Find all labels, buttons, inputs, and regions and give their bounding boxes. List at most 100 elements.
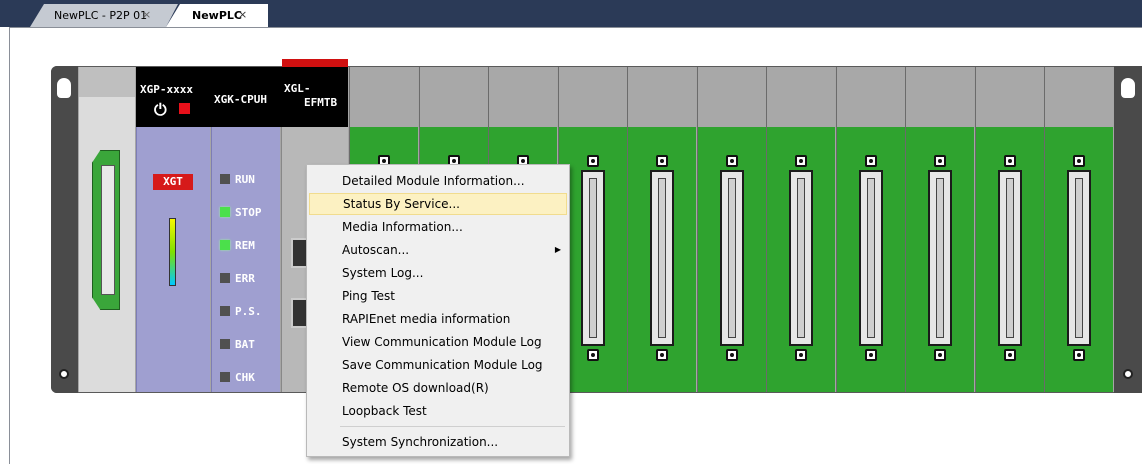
menu-item-system-log[interactable]: System Log... <box>309 262 567 284</box>
rack-end-right <box>1114 66 1142 393</box>
status-led-run: RUN <box>220 172 255 186</box>
status-led-stop: STOP <box>220 205 262 219</box>
document-tab-bar: NewPLC - P2P 01 × NewPLC × <box>0 0 1142 27</box>
io-slot-header <box>628 67 696 127</box>
menu-item-label: Detailed Module Information... <box>342 174 525 188</box>
screw-icon <box>864 155 877 167</box>
menu-item-label: System Log... <box>342 266 424 280</box>
io-slot-header <box>906 67 974 127</box>
rack-end-left <box>51 66 78 393</box>
menu-item-label: Autoscan... <box>342 243 410 257</box>
menu-item-ping-test[interactable]: Ping Test <box>309 285 567 307</box>
tab-newplc-p2p01[interactable]: NewPLC - P2P 01 × <box>30 4 178 27</box>
connector-pins <box>1075 178 1083 338</box>
module-context-menu: Detailed Module Information... Status By … <box>306 164 570 457</box>
menu-item-system-synchronization[interactable]: System Synchronization... <box>309 431 567 453</box>
io-slot[interactable] <box>974 67 1044 392</box>
screw-icon <box>795 349 807 361</box>
menu-item-label: Status By Service... <box>343 197 460 211</box>
io-slot[interactable] <box>766 67 835 392</box>
status-led-ps: P.S. <box>220 304 262 318</box>
io-slot-header <box>767 67 835 127</box>
tab-newplc[interactable]: NewPLC × <box>166 4 268 27</box>
io-connector-icon <box>858 170 883 346</box>
menu-item-view-communication-module-log[interactable]: View Communication Module Log <box>309 331 567 353</box>
cpu-module-name: XGP-xxxx <box>140 83 193 96</box>
status-led-chk: CHK <box>220 370 255 384</box>
menu-item-status-by-service[interactable]: Status By Service... <box>309 193 567 215</box>
screw-icon <box>934 155 946 167</box>
io-connector-icon <box>719 170 744 346</box>
connector-pins <box>797 178 805 338</box>
menu-item-label: Loopback Test <box>342 404 427 418</box>
menu-separator <box>340 426 565 427</box>
menu-item-remote-os-download-r[interactable]: Remote OS download(R) <box>309 377 567 399</box>
error-indicator-icon <box>179 103 190 114</box>
led-icon <box>220 339 230 349</box>
led-icon <box>220 240 230 250</box>
screw-icon <box>795 155 807 167</box>
cpuh-module[interactable] <box>211 127 280 392</box>
connector-pins <box>936 178 944 338</box>
connector-pins <box>866 178 875 338</box>
efmtb-name-line2: EFMTB <box>304 96 338 109</box>
io-slot-header <box>558 67 627 127</box>
close-icon[interactable]: × <box>142 8 151 21</box>
connector-pins <box>588 178 597 338</box>
led-icon <box>220 273 230 283</box>
io-slot-header <box>836 67 905 127</box>
led-label: REM <box>235 238 255 252</box>
screw-icon <box>934 349 946 361</box>
io-slot[interactable] <box>627 67 696 392</box>
cpuh-module-name: XGK-CPUH <box>214 93 267 106</box>
module-selected-indicator <box>282 59 348 67</box>
screw-icon <box>725 349 738 361</box>
mount-hole-icon <box>57 78 71 98</box>
close-icon[interactable]: × <box>238 8 247 21</box>
menu-item-media-information[interactable]: Media Information... <box>309 216 567 238</box>
io-slot[interactable] <box>1044 67 1113 392</box>
menu-item-label: Media Information... <box>342 220 463 234</box>
connector-pins <box>658 178 666 338</box>
connector-pins <box>1005 178 1014 338</box>
status-led-err: ERR <box>220 271 255 285</box>
screw-icon <box>656 349 668 361</box>
io-slot-header <box>975 67 1044 127</box>
efmtb-module-header[interactable]: XGL- EFMTB <box>280 67 348 127</box>
screw-icon <box>656 155 668 167</box>
menu-item-save-communication-module-log[interactable]: Save Communication Module Log <box>309 354 567 376</box>
io-slot-header <box>697 67 766 127</box>
menu-item-label: RAPIEnet media information <box>342 312 511 326</box>
screw-icon <box>864 349 877 361</box>
menu-item-loopback-test[interactable]: Loopback Test <box>309 400 567 422</box>
cpuh-module-header[interactable]: XGK-CPUH <box>210 67 280 127</box>
io-connector-icon <box>1067 170 1091 346</box>
io-slot[interactable] <box>696 67 766 392</box>
cpu-module-header[interactable]: XGP-xxxx <box>136 67 210 127</box>
menu-item-label: Save Communication Module Log <box>342 358 543 372</box>
led-icon <box>220 372 230 382</box>
screw-icon <box>586 155 599 167</box>
screw-icon <box>1003 349 1016 361</box>
tab-label: NewPLC - P2P 01 <box>54 9 148 22</box>
io-slot[interactable] <box>905 67 974 392</box>
menu-item-rapienet-media-information[interactable]: RAPIEnet media information <box>309 308 567 330</box>
level-gauge-icon <box>169 218 176 286</box>
led-label: STOP <box>235 205 262 219</box>
screw-icon <box>1073 155 1085 167</box>
menu-item-label: Remote OS download(R) <box>342 381 489 395</box>
io-connector-icon <box>580 170 605 346</box>
screw-icon <box>1003 155 1016 167</box>
efmtb-name-line1: XGL- <box>284 82 311 95</box>
led-label: BAT <box>235 337 255 351</box>
screw-icon <box>1073 349 1085 361</box>
menu-item-label: System Synchronization... <box>342 435 499 449</box>
menu-item-detailed-module-information[interactable]: Detailed Module Information... <box>309 170 567 192</box>
led-label: CHK <box>235 370 255 384</box>
io-slot-header <box>350 67 418 127</box>
io-connector-icon <box>997 170 1022 346</box>
io-slot[interactable] <box>835 67 905 392</box>
screw-icon <box>586 349 599 361</box>
menu-item-autoscan[interactable]: Autoscan... ▶ <box>309 239 567 261</box>
power-module-header <box>79 67 135 97</box>
